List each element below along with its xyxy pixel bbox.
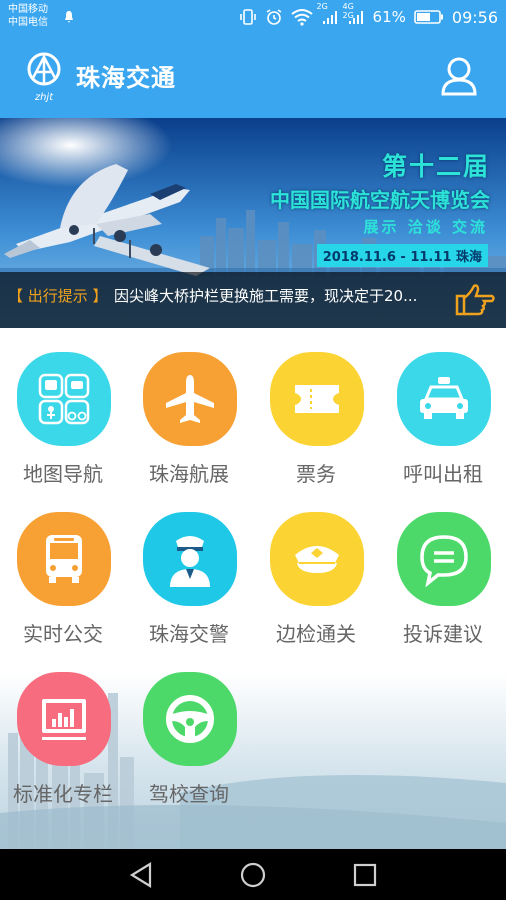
vibrate-icon <box>239 8 257 26</box>
expo-subtitle: 中国国际航空航天博览会 <box>270 188 490 212</box>
service-traffic-police-label: 珠海交警 <box>149 622 229 646</box>
banner-carousel[interactable]: 第十二届 中国国际航空航天博览会 展示 洽谈 交流 2018.11.6 - 11… <box>0 118 506 328</box>
alarm-icon <box>265 8 283 26</box>
carrier-1: 中国移动 <box>8 4 48 15</box>
airplane-icon <box>166 375 214 423</box>
bell-icon <box>65 11 73 23</box>
monitor-chart-icon <box>42 699 86 740</box>
battery-percent: 61% <box>372 8 406 26</box>
status-icons: 2G 4G 2G 61% 09:56 <box>239 2 498 28</box>
expo-title: 第十二届 <box>381 152 490 181</box>
service-driving-school[interactable]: 驾校查询 <box>126 648 252 806</box>
service-border-inspection[interactable]: 边检通关 <box>253 488 379 646</box>
clock: 09:56 <box>451 7 498 27</box>
app-header: zhjt 珠海交通 <box>0 34 506 118</box>
service-tickets-icon-bg <box>270 352 364 446</box>
service-complaints[interactable]: 投诉建议 <box>380 488 506 646</box>
service-taxi[interactable]: 呼叫出租 <box>380 328 506 486</box>
service-map-navigation-label: 地图导航 <box>23 462 103 486</box>
expo-tags: 展示 洽谈 交流 <box>363 218 488 236</box>
service-traffic-police-icon-bg <box>143 512 237 606</box>
service-airshow-label: 珠海航展 <box>149 462 229 486</box>
border-officer-cap-icon <box>295 546 339 573</box>
network-badge-3-text: 2G <box>342 11 354 20</box>
service-border-inspection-label: 边检通关 <box>276 622 356 646</box>
back-icon[interactable] <box>126 861 156 889</box>
pointing-hand-icon[interactable] <box>454 280 496 318</box>
police-officer-icon <box>170 536 210 587</box>
recent-apps-icon[interactable] <box>350 861 380 889</box>
signal-2-icon: 4G 2G <box>343 2 365 26</box>
service-standardization[interactable]: 标准化专栏 <box>0 648 126 806</box>
carrier-2: 中国电信 <box>8 17 48 28</box>
service-complaints-icon-bg <box>397 512 491 606</box>
notice-tag: 【 出行提示 】 <box>8 287 108 305</box>
travel-notice-bar[interactable]: 【 出行提示 】 因尖峰大桥护栏更换施工需要，现决定于20... <box>0 272 506 328</box>
service-complaints-label: 投诉建议 <box>403 622 483 646</box>
service-border-inspection-icon-bg <box>270 512 364 606</box>
signal-1-icon: 2G <box>317 2 339 26</box>
service-tickets[interactable]: 票务 <box>253 328 379 486</box>
network-badge-2: 4G 2G <box>343 2 354 20</box>
service-map-navigation[interactable]: 地图导航 <box>0 328 126 486</box>
network-badge-1: 2G <box>316 2 328 11</box>
wifi-icon <box>290 8 313 26</box>
profile-button[interactable] <box>440 56 478 96</box>
service-airshow[interactable]: 珠海航展 <box>126 328 252 486</box>
service-traffic-police[interactable]: 珠海交警 <box>126 488 252 646</box>
service-airshow-icon-bg <box>143 352 237 446</box>
service-driving-school-label: 驾校查询 <box>149 782 229 806</box>
notice-text[interactable]: 因尖峰大桥护栏更换施工需要，现决定于20... <box>114 285 450 306</box>
map-navigation-icon <box>38 373 90 425</box>
home-icon[interactable] <box>238 861 268 889</box>
system-navigation-bar <box>0 849 506 900</box>
app-title: 珠海交通 <box>76 64 176 92</box>
service-tickets-label: 票务 <box>296 462 336 486</box>
bus-icon <box>46 535 82 583</box>
battery-icon <box>414 9 444 25</box>
network-badge-2-text: 4G <box>342 2 354 11</box>
service-grid: 地图导航 珠海航展 票务 呼叫出租 实时公交 珠海交警 边检通关 投诉建议 标准… <box>0 328 506 849</box>
user-icon <box>441 57 477 96</box>
zhjt-logo-icon: zhjt <box>27 52 61 103</box>
service-realtime-bus-icon-bg <box>17 512 111 606</box>
carrier-info: 中国移动 中国电信 <box>8 3 48 29</box>
taxi-icon <box>420 377 468 419</box>
service-realtime-bus[interactable]: 实时公交 <box>0 488 126 646</box>
service-taxi-label: 呼叫出租 <box>403 462 483 486</box>
expo-date: 2018.11.6 - 11.11 珠海 <box>316 244 488 267</box>
service-standardization-label: 标准化专栏 <box>13 782 113 806</box>
app-logo: zhjt <box>22 52 66 103</box>
steering-wheel-icon <box>166 695 214 743</box>
service-taxi-icon-bg <box>397 352 491 446</box>
chat-bubble-icon <box>420 535 468 587</box>
logo-text: zhjt <box>34 92 54 102</box>
service-driving-school-icon-bg <box>143 672 237 766</box>
service-map-navigation-icon-bg <box>17 352 111 446</box>
status-bar: 中国移动 中国电信 2G 4G 2G 61% 09:56 <box>0 0 506 34</box>
service-standardization-icon-bg <box>17 672 111 766</box>
ticket-icon <box>295 385 339 413</box>
service-realtime-bus-label: 实时公交 <box>23 622 103 646</box>
